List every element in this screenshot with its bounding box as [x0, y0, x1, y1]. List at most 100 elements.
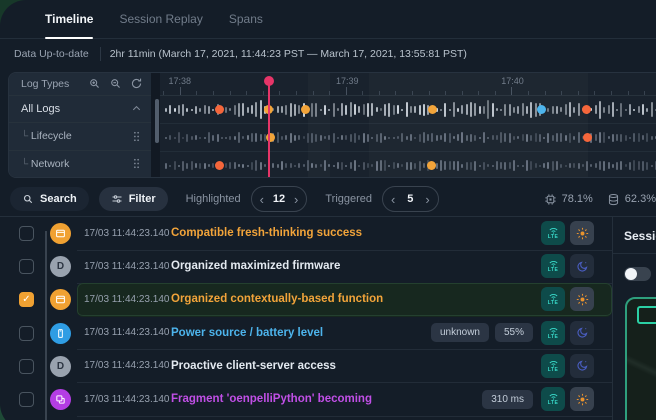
event-marker[interactable] [582, 105, 591, 114]
sun-icon [576, 227, 589, 240]
lte-button[interactable]: LTE [541, 321, 565, 345]
zoom-in-icon[interactable] [88, 77, 101, 90]
row-checkbox[interactable] [19, 392, 34, 407]
moon-icon [576, 359, 589, 372]
network-label: Network [21, 158, 130, 170]
filter-button[interactable]: Filter [99, 187, 168, 211]
moon-button[interactable] [570, 254, 594, 278]
chevron-left-icon[interactable]: ‹ [391, 193, 395, 206]
tab-timeline[interactable]: Timeline [45, 0, 93, 38]
badge-group: 310 ms [482, 390, 533, 409]
chevron-right-icon[interactable]: › [425, 193, 429, 206]
log-list: 17/03 11:44:23.140 Compatible fresh-thin… [0, 217, 612, 420]
moon-icon [576, 260, 589, 273]
memory-usage-value: 62.3% [625, 193, 656, 205]
table-row[interactable]: 17/03 11:44:23.140 Power source / batter… [0, 317, 612, 350]
wifi-icon [548, 392, 559, 400]
wifi-icon [548, 226, 559, 234]
row-checkbox[interactable] [19, 292, 34, 307]
lifecycle-label: Lifecycle [21, 130, 130, 142]
lte-button[interactable]: LTE [541, 254, 565, 278]
log-timestamp: 17/03 11:44:23.140 [84, 261, 171, 272]
all-logs-label: All Logs [21, 103, 130, 115]
chevron-left-icon[interactable]: ‹ [260, 193, 264, 206]
search-label: Search [40, 193, 77, 205]
tab-session-replay[interactable]: Session Replay [119, 0, 202, 38]
log-message: Power source / battery level [171, 327, 431, 339]
highlighted-stepper: ‹ 12 › [251, 186, 308, 212]
app-card: Timeline Session Replay Spans Data Up-to… [0, 0, 656, 420]
value-badge: unknown [431, 323, 489, 342]
zoom-out-icon[interactable] [109, 77, 122, 90]
log-message: Compatible fresh-thinking success [171, 227, 533, 239]
session-toggle[interactable] [624, 267, 651, 281]
row-checkbox[interactable] [19, 226, 34, 241]
tab-bar: Timeline Session Replay Spans [0, 0, 656, 39]
database-icon [607, 193, 620, 206]
wifi-icon [548, 326, 559, 334]
ruler-label: 17:38 [168, 76, 191, 86]
panel-scrollbar[interactable] [155, 99, 159, 143]
cpu-usage: 78.1% [544, 193, 593, 206]
session-panel-title: Session [613, 217, 656, 254]
event-marker[interactable] [537, 105, 546, 114]
page-background: Timeline Session Replay Spans Data Up-to… [0, 0, 656, 420]
highlighted-label: Highlighted [186, 193, 241, 205]
sun-icon [576, 393, 589, 406]
drag-handle-icon[interactable] [130, 157, 143, 170]
waveform-network[interactable] [160, 152, 656, 178]
tab-spans[interactable]: Spans [229, 0, 263, 38]
log-type-row-network[interactable]: Network [9, 151, 151, 177]
log-type-icon [50, 389, 71, 410]
sun-button[interactable] [570, 221, 594, 245]
log-type-icon [50, 289, 71, 310]
ruler-label: 17:39 [336, 76, 359, 86]
waveform-lifecycle[interactable] [160, 124, 656, 152]
row-checkbox[interactable] [19, 359, 34, 374]
log-type-row-all-logs[interactable]: All Logs [9, 96, 151, 123]
chevron-up-icon[interactable] [130, 102, 143, 115]
log-message: Proactive client-server access [171, 360, 533, 372]
waveform-all-logs[interactable] [160, 96, 656, 124]
lte-button[interactable]: LTE [541, 221, 565, 245]
triggered-stepper: ‹ 5 › [382, 186, 439, 212]
lte-button[interactable]: LTE [541, 387, 565, 411]
search-button[interactable]: Search [10, 187, 89, 211]
log-timestamp: 17/03 11:44:23.140 [84, 228, 171, 239]
lte-button[interactable]: LTE [541, 287, 565, 311]
list-toolbar: Search Filter Highlighted ‹ 12 › Trigger… [0, 182, 656, 216]
table-row[interactable]: 17/03 11:44:23.140 Compatible fresh-thin… [0, 217, 612, 250]
refresh-icon[interactable] [130, 77, 143, 90]
playhead[interactable] [268, 81, 270, 177]
moon-button[interactable] [570, 321, 594, 345]
event-marker[interactable] [583, 133, 592, 142]
lte-button[interactable]: LTE [541, 354, 565, 378]
table-row[interactable]: 17/03 11:44:23.140 Organized contextuall… [0, 283, 612, 316]
log-type-icon [50, 323, 71, 344]
data-freshness-bar: Data Up-to-date 2hr 11min (March 17, 202… [0, 39, 656, 69]
sun-icon [576, 293, 589, 306]
row-checkbox[interactable] [19, 326, 34, 341]
divider [100, 47, 101, 61]
event-marker[interactable] [301, 105, 310, 114]
moon-button[interactable] [570, 354, 594, 378]
log-type-row-lifecycle[interactable]: Lifecycle [9, 123, 151, 150]
triggered-label: Triggered [325, 193, 372, 205]
log-timestamp: 17/03 11:44:23.140 [84, 360, 171, 371]
log-types-panel: Log Types All Logs Lifecycle [9, 73, 160, 177]
sun-button[interactable] [570, 387, 594, 411]
table-row[interactable]: 17/03 11:44:23.140 Fragment 'oenpelliPyt… [0, 383, 612, 416]
sun-button[interactable] [570, 287, 594, 311]
timeline-section: Log Types All Logs Lifecycle [8, 72, 656, 178]
drag-handle-icon[interactable] [130, 130, 143, 143]
badge-group: unknown55% [431, 323, 533, 342]
search-icon [22, 193, 34, 205]
chevron-right-icon[interactable]: › [294, 193, 298, 206]
table-row[interactable]: D 17/03 11:44:23.140 Proactive client-se… [0, 350, 612, 383]
log-timestamp: 17/03 11:44:23.140 [84, 327, 171, 338]
log-timestamp: 17/03 11:44:23.140 [84, 294, 171, 305]
time-range-value: 2hr 11min (March 17, 2021, 11:44:23 PST … [110, 48, 467, 60]
session-map[interactable] [625, 297, 656, 420]
table-row[interactable]: D 17/03 11:44:23.140 Organized maximized… [0, 250, 612, 283]
row-checkbox[interactable] [19, 259, 34, 274]
